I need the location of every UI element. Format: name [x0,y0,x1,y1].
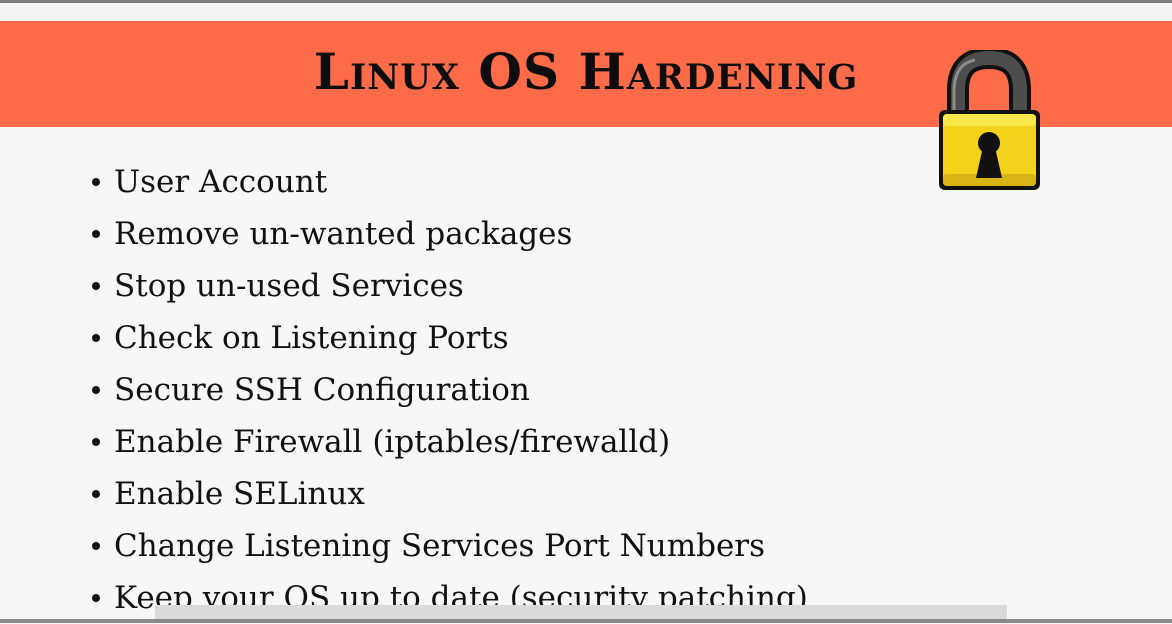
bullet-dot [92,594,100,602]
bullet-text: Stop un-used Services [114,268,464,304]
bullet-dot [92,282,100,290]
bullet-text: Enable SELinux [114,476,365,512]
bullet-text: Secure SSH Configuration [114,372,530,408]
bullet-item: Stop un-used Services [92,260,808,312]
slide-top-margin [0,3,1172,21]
bullet-item: Remove un-wanted packages [92,208,808,260]
padlock-icon [939,50,1040,190]
bullet-item: Secure SSH Configuration [92,364,808,416]
bullet-dot [92,438,100,446]
bullet-dot [92,542,100,550]
bullet-dot [92,334,100,342]
bullet-list: User Account Remove un-wanted packages S… [92,156,808,624]
bullet-item: Check on Listening Ports [92,312,808,364]
bullet-dot [92,386,100,394]
window-bottom-border [0,619,1172,623]
bullet-item: Enable Firewall (iptables/firewalld) [92,416,808,468]
bullet-dot [92,490,100,498]
bullet-item: Change Listening Services Port Numbers [92,520,808,572]
bullet-text: Enable Firewall (iptables/firewalld) [114,424,671,460]
bullet-dot [92,178,100,186]
bullet-dot [92,230,100,238]
bullet-text: Change Listening Services Port Numbers [114,528,766,564]
bullet-item: Enable SELinux [92,468,808,520]
bullet-text: User Account [114,164,328,200]
bullet-text: Check on Listening Ports [114,320,509,356]
bullet-item: User Account [92,156,808,208]
bullet-text: Remove un-wanted packages [114,216,573,252]
